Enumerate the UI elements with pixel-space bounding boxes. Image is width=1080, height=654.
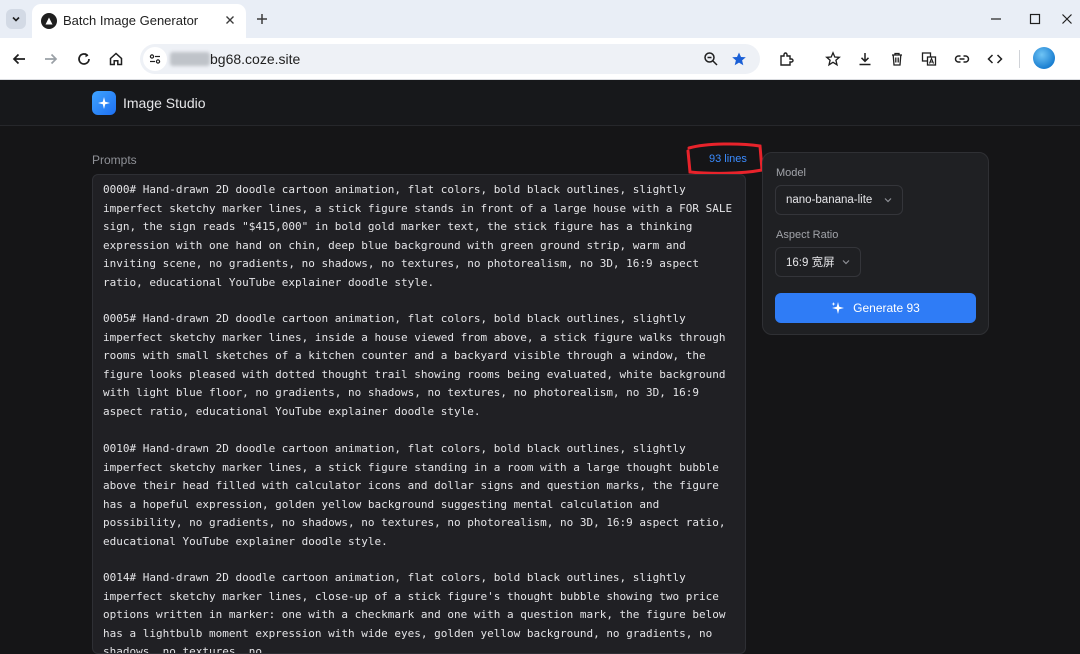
toolbar-separator [1019,50,1020,68]
site-info-icon[interactable] [143,47,167,71]
close-window-icon[interactable] [1056,8,1078,30]
aspect-ratio-value: 16:9 宽屏 [786,257,835,269]
url-text: bg68.coze.site [210,51,301,67]
generate-button[interactable]: Generate 93 [775,293,976,323]
browser-toolbar: bg68.coze.site [0,38,1080,80]
chevron-down-icon [842,260,850,265]
home-icon[interactable] [105,48,127,70]
browser-tab[interactable]: Batch Image Generator [32,4,246,38]
app-header: Image Studio [0,80,1080,126]
prompt-block: 0010# Hand-drawn 2D doodle cartoon anima… [103,442,733,548]
new-tab-icon[interactable] [252,9,272,29]
chevron-down-icon [12,16,20,22]
generate-button-label: Generate 93 [853,301,920,315]
model-select-value: nano-banana-lite [786,194,873,206]
close-tab-icon[interactable] [222,12,238,28]
app-title: Image Studio [123,95,206,111]
back-arrow-icon[interactable] [8,48,30,70]
site-favicon-icon [41,13,57,29]
aspect-ratio-label: Aspect Ratio [776,229,839,241]
model-select[interactable]: nano-banana-lite [775,185,903,215]
tab-title: Batch Image Generator [63,13,199,28]
chevron-down-icon [884,198,892,203]
browser-tab-strip: Batch Image Generator [0,0,1080,38]
bookmark-star-icon[interactable] [728,48,750,70]
prompt-block: 0000# Hand-drawn 2D doodle cartoon anima… [103,183,739,289]
prompt-block: 0005# Hand-drawn 2D doodle cartoon anima… [103,312,733,418]
prompt-block: 0014# Hand-drawn 2D doodle cartoon anima… [103,571,733,654]
extensions-icon[interactable] [775,48,797,70]
tab-search-button[interactable] [6,9,26,29]
download-icon[interactable] [854,48,876,70]
maximize-icon[interactable] [1024,8,1046,30]
minimize-icon[interactable] [985,8,1007,30]
favorites-icon[interactable] [822,48,844,70]
profile-avatar[interactable] [1033,47,1055,69]
prompts-textarea[interactable]: 0000# Hand-drawn 2D doodle cartoon anima… [92,174,746,654]
aspect-ratio-select[interactable]: 16:9 宽屏 [775,247,861,277]
app-logo-icon [92,91,116,115]
trash-icon[interactable] [886,48,908,70]
code-icon[interactable] [984,48,1006,70]
address-bar[interactable]: bg68.coze.site [140,44,760,74]
reload-icon[interactable] [73,48,95,70]
sparkle-icon [831,302,845,314]
translate-icon[interactable] [918,48,940,70]
link-icon[interactable] [951,48,973,70]
redacted-url-segment [170,52,210,66]
forward-arrow-icon[interactable] [40,48,62,70]
prompts-label: Prompts [92,153,137,167]
red-circle-annotation [686,142,764,175]
settings-panel: Model nano-banana-lite Aspect Ratio 16:9… [762,152,989,335]
model-label: Model [776,167,806,179]
zoom-icon[interactable] [700,48,722,70]
